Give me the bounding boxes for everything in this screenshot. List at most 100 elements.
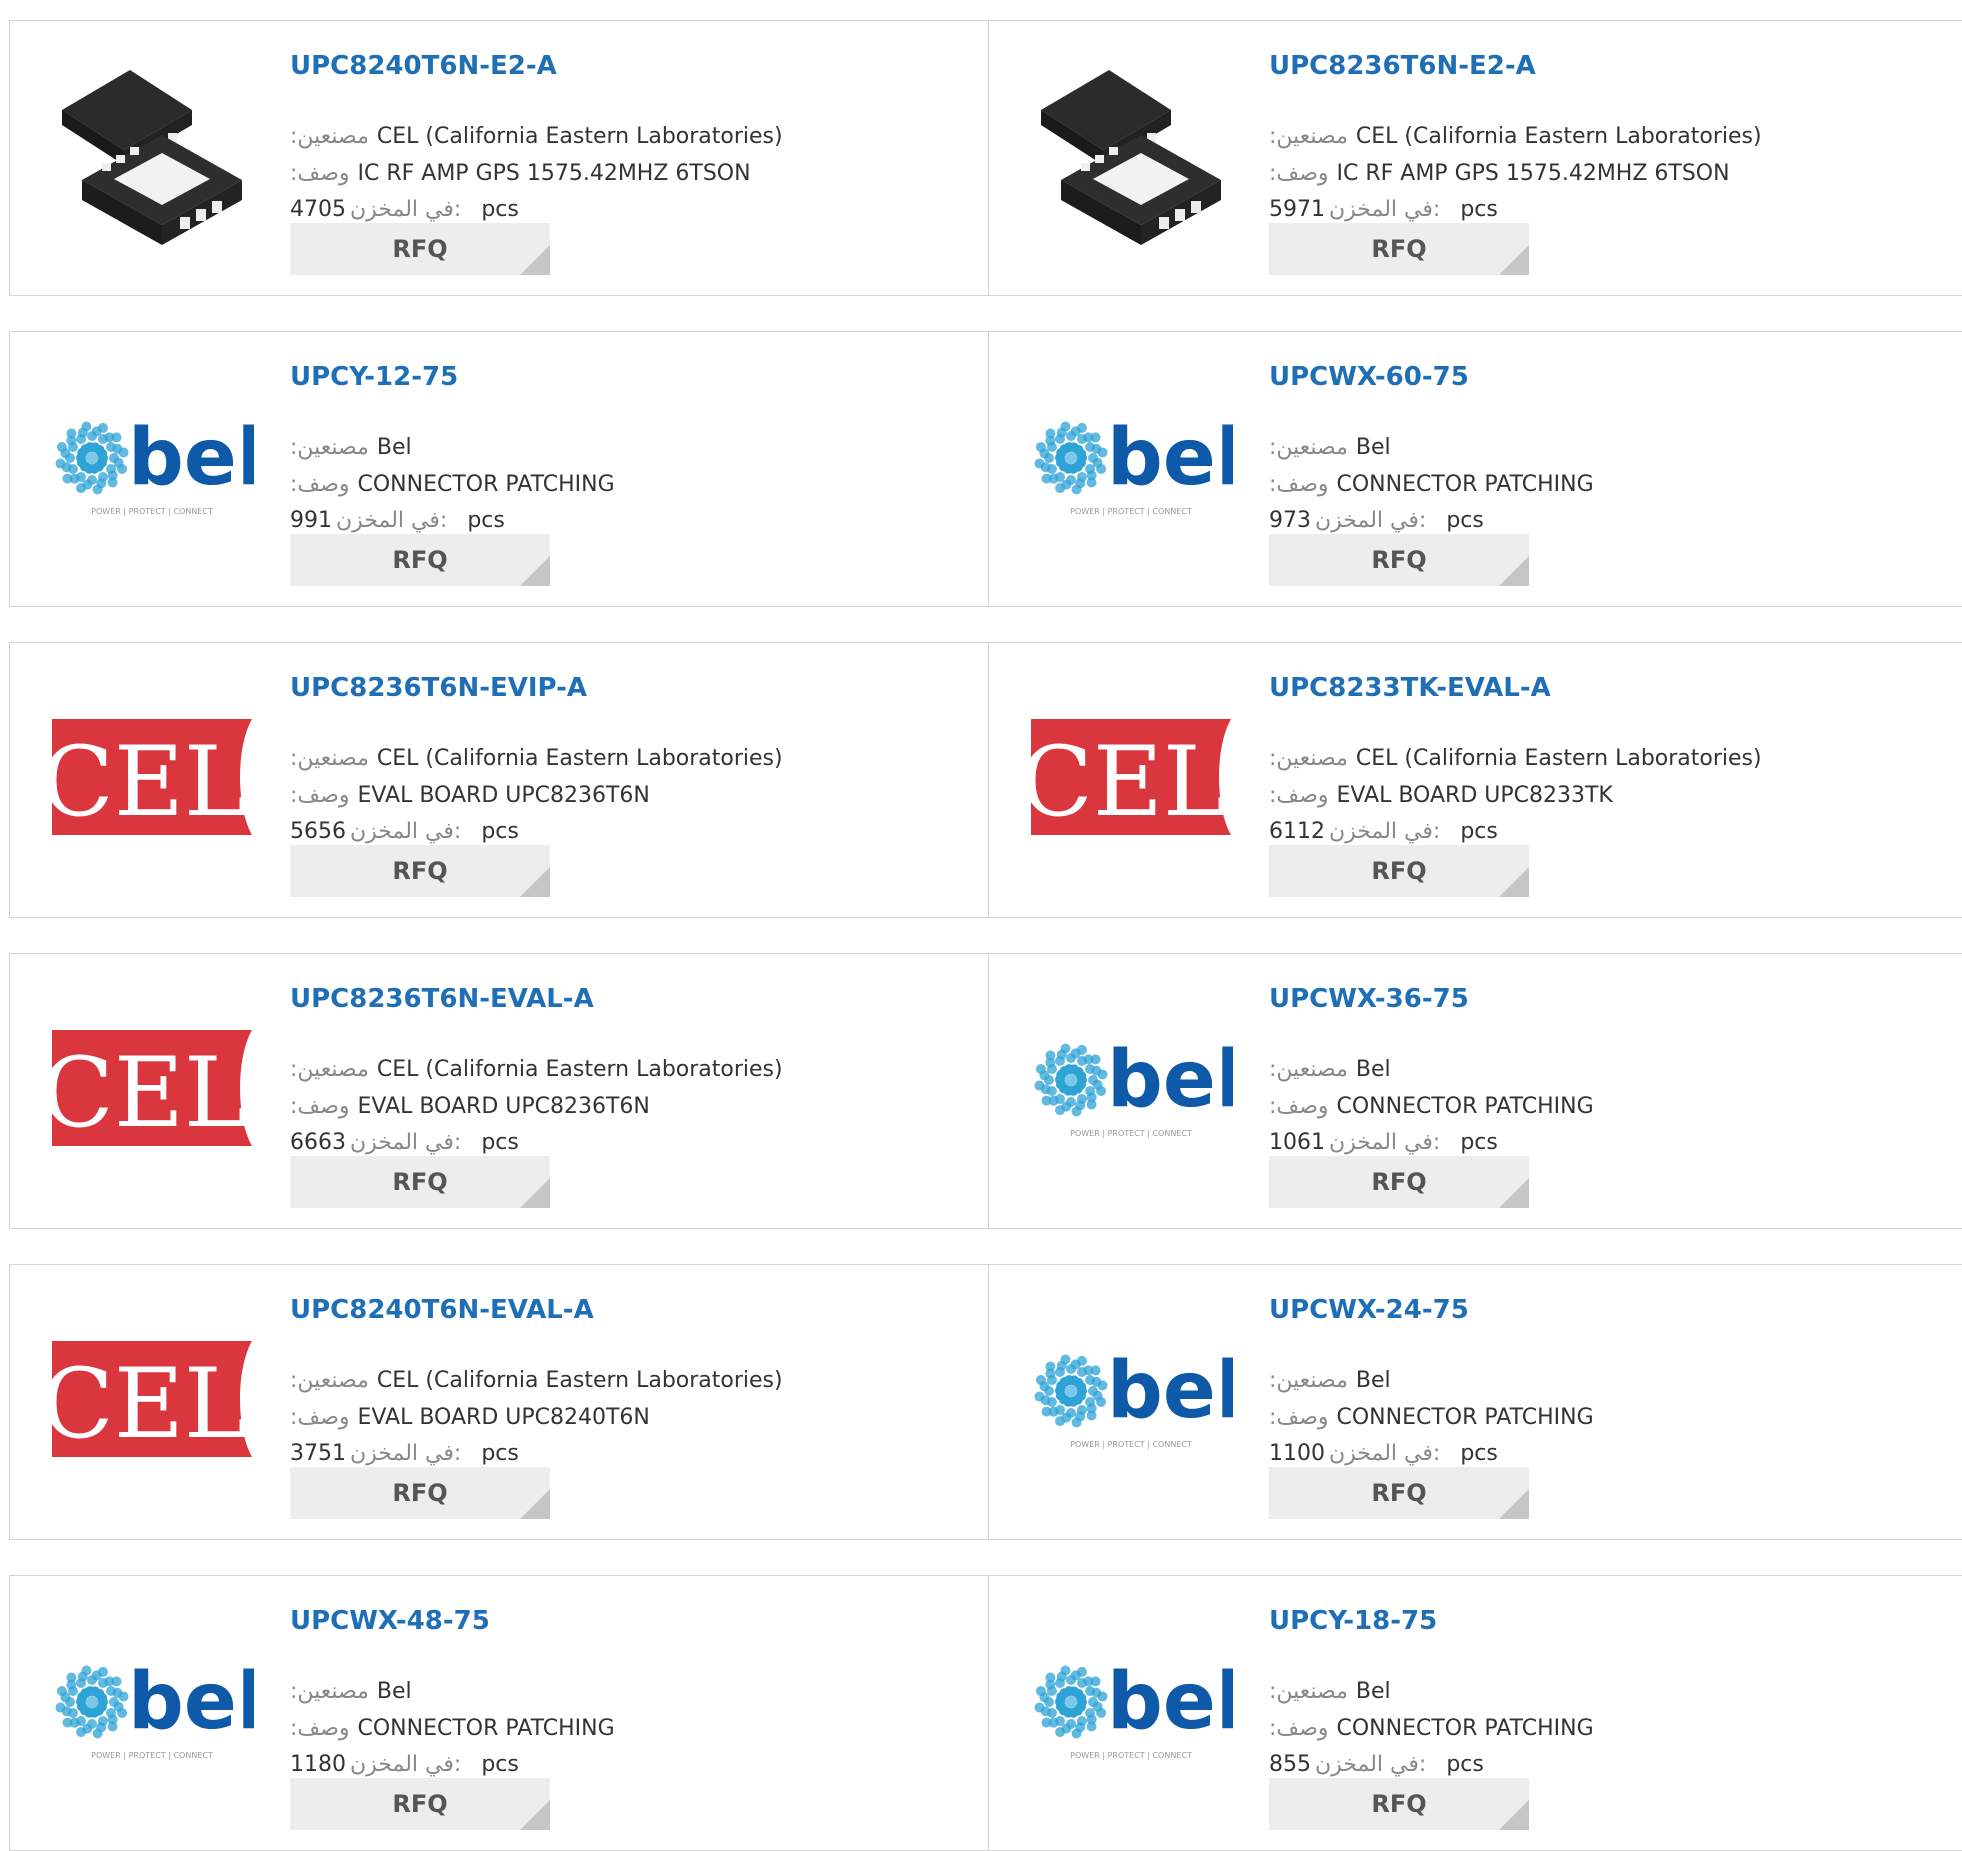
bel-logo-tagline: POWER | PROTECT | CONNECT xyxy=(91,507,213,516)
description-line: :وصف IC RF AMP GPS 1575.42MHZ 6TSON xyxy=(290,159,751,189)
part-number-link[interactable]: UPC8236T6N-E2-A xyxy=(1269,51,1536,81)
part-number-link[interactable]: UPCWX-60-75 xyxy=(1269,362,1469,392)
product-row: UPC8240T6N-E2-A :مصنعين CEL (California Ea… xyxy=(9,20,1962,296)
stock-label: في المخزن: xyxy=(336,508,448,533)
product-image-link[interactable] xyxy=(50,53,254,257)
rfq-button[interactable]: RFQ xyxy=(290,1156,550,1208)
product-row: CEL UPC8236T6N-EVIP-A:مصنعين CEL (Californ… xyxy=(9,642,1962,918)
stock-unit: pcs xyxy=(481,1441,519,1466)
stock-label: في المخزن: xyxy=(1329,819,1441,844)
manufacturer-label: :مصنعين xyxy=(290,1679,369,1704)
stock-value: 3751 xyxy=(290,1441,346,1466)
product-image-link[interactable]: CEL xyxy=(50,986,254,1190)
manufacturer-value: Bel xyxy=(376,435,412,460)
manufacturer-line: :مصنعين Bel xyxy=(1269,1055,1391,1085)
product-card: bel POWER | PROTECT | CONNECT UPCY-18-75:م… xyxy=(988,1576,1962,1850)
manufacturer-line: :مصنعين Bel xyxy=(290,433,412,463)
stock-line: 973 في المخزن: pcs xyxy=(1269,506,1484,536)
corner-triangle-icon xyxy=(520,867,550,897)
manufacturer-line: :مصنعين CEL (California Eastern Laborator… xyxy=(1269,122,1762,152)
cel-logo: CEL xyxy=(52,677,252,877)
chip-package-icon xyxy=(1031,55,1231,255)
bel-logo: bel POWER | PROTECT | CONNECT xyxy=(1029,1297,1233,1501)
rfq-button[interactable]: RFQ xyxy=(290,1467,550,1519)
product-image-link[interactable]: CEL xyxy=(50,1297,254,1501)
manufacturer-value: CEL (California Eastern Laboratories) xyxy=(376,124,783,149)
product-card: bel POWER | PROTECT | CONNECT UPCWX-24-75:… xyxy=(988,1265,1962,1539)
part-number-link[interactable]: UPC8240T6N-E2-A xyxy=(290,51,557,81)
stock-label: في المخزن: xyxy=(350,819,462,844)
cel-logo-text: CEL xyxy=(52,1348,248,1460)
rfq-button[interactable]: RFQ xyxy=(1269,1467,1529,1519)
product-image-link[interactable]: bel POWER | PROTECT | CONNECT xyxy=(50,1608,254,1812)
manufacturer-label: :مصنعين xyxy=(1269,746,1348,771)
stock-line: 5656 في المخزن: pcs xyxy=(290,817,519,847)
rfq-button[interactable]: RFQ xyxy=(1269,534,1529,586)
product-image-link[interactable]: bel POWER | PROTECT | CONNECT xyxy=(1029,1297,1233,1501)
rfq-button[interactable]: RFQ xyxy=(290,845,550,897)
description-line: :وصف EVAL BOARD UPC8236T6N xyxy=(290,781,650,811)
rfq-button[interactable]: RFQ xyxy=(1269,845,1529,897)
rfq-label: RFQ xyxy=(392,546,448,574)
stock-line: 4705 في المخزن: pcs xyxy=(290,195,519,225)
rfq-label: RFQ xyxy=(392,1790,448,1818)
stock-line: 3751 في المخزن: pcs xyxy=(290,1439,519,1469)
cel-logo: CEL xyxy=(52,988,252,1188)
stock-value: 1100 xyxy=(1269,1441,1325,1466)
part-number-link[interactable]: UPC8233TK-EVAL-A xyxy=(1269,673,1551,703)
stock-label: في المخزن: xyxy=(1329,197,1441,222)
product-image-link[interactable]: bel POWER | PROTECT | CONNECT xyxy=(50,364,254,568)
product-card: CEL UPC8236T6N-EVIP-A :مصنعين CEL (Californ… xyxy=(10,643,988,917)
manufacturer-line: :مصنعين Bel xyxy=(1269,433,1391,463)
part-number-link[interactable]: UPCWX-36-75 xyxy=(1269,984,1469,1014)
product-image-link[interactable]: bel POWER | PROTECT | CONNECT xyxy=(1029,364,1233,568)
part-number-link[interactable]: UPCWX-24-75 xyxy=(1269,1295,1469,1325)
manufacturer-value: Bel xyxy=(1355,1679,1391,1704)
stock-unit: pcs xyxy=(1460,197,1498,222)
corner-triangle-icon xyxy=(520,1800,550,1830)
part-number-link[interactable]: UPC8236T6N-EVIP-A xyxy=(290,673,587,703)
part-number-link[interactable]: UPCY-12-75 xyxy=(290,362,458,392)
manufacturer-line: :مصنعين CEL (California Eastern Laborator… xyxy=(290,744,783,774)
corner-triangle-icon xyxy=(1499,245,1529,275)
stock-value: 855 xyxy=(1269,1752,1311,1777)
rfq-button[interactable]: RFQ xyxy=(290,1778,550,1830)
rfq-button[interactable]: RFQ xyxy=(1269,223,1529,275)
manufacturer-line: :مصنعين Bel xyxy=(290,1677,412,1707)
part-number-link[interactable]: UPCY-18-75 xyxy=(1269,1606,1437,1636)
stock-label: في المخزن: xyxy=(1315,1752,1427,1777)
manufacturer-line: :مصنعين CEL (California Eastern Laborator… xyxy=(290,1055,783,1085)
description-label: :وصف xyxy=(1269,783,1329,808)
rfq-button[interactable]: RFQ xyxy=(290,534,550,586)
manufacturer-value: CEL (California Eastern Laboratories) xyxy=(376,746,783,771)
description-value: CONNECTOR PATCHING xyxy=(1336,1094,1594,1119)
bel-logo-text: bel xyxy=(1107,413,1233,503)
bel-logo: bel POWER | PROTECT | CONNECT xyxy=(50,1608,254,1812)
description-label: :وصف xyxy=(1269,161,1329,186)
manufacturer-value: Bel xyxy=(376,1679,412,1704)
stock-unit: pcs xyxy=(1460,819,1498,844)
stock-unit: pcs xyxy=(467,508,505,533)
manufacturer-label: :مصنعين xyxy=(1269,1057,1348,1082)
part-number-link[interactable]: UPC8240T6N-EVAL-A xyxy=(290,1295,594,1325)
product-image-link[interactable]: bel POWER | PROTECT | CONNECT xyxy=(1029,1608,1233,1812)
bel-logo: bel POWER | PROTECT | CONNECT xyxy=(1029,1608,1233,1812)
product-image-link[interactable]: bel POWER | PROTECT | CONNECT xyxy=(1029,986,1233,1190)
rfq-label: RFQ xyxy=(1371,1479,1427,1507)
rfq-button[interactable]: RFQ xyxy=(1269,1156,1529,1208)
rfq-label: RFQ xyxy=(1371,1168,1427,1196)
rfq-button[interactable]: RFQ xyxy=(1269,1778,1529,1830)
bel-logo-tagline: POWER | PROTECT | CONNECT xyxy=(1070,1440,1192,1449)
description-label: :وصف xyxy=(290,472,350,497)
stock-line: 5971 في المخزن: pcs xyxy=(1269,195,1498,225)
cel-logo: CEL xyxy=(1031,677,1231,877)
part-number-link[interactable]: UPC8236T6N-EVAL-A xyxy=(290,984,594,1014)
product-image-link[interactable]: CEL xyxy=(50,675,254,879)
part-number-link[interactable]: UPCWX-48-75 xyxy=(290,1606,490,1636)
manufacturer-value: CEL (California Eastern Laboratories) xyxy=(376,1368,783,1393)
rfq-button[interactable]: RFQ xyxy=(290,223,550,275)
manufacturer-label: :مصنعين xyxy=(1269,1368,1348,1393)
product-image-link[interactable] xyxy=(1029,53,1233,257)
product-image-link[interactable]: CEL xyxy=(1029,675,1233,879)
corner-triangle-icon xyxy=(1499,1800,1529,1830)
